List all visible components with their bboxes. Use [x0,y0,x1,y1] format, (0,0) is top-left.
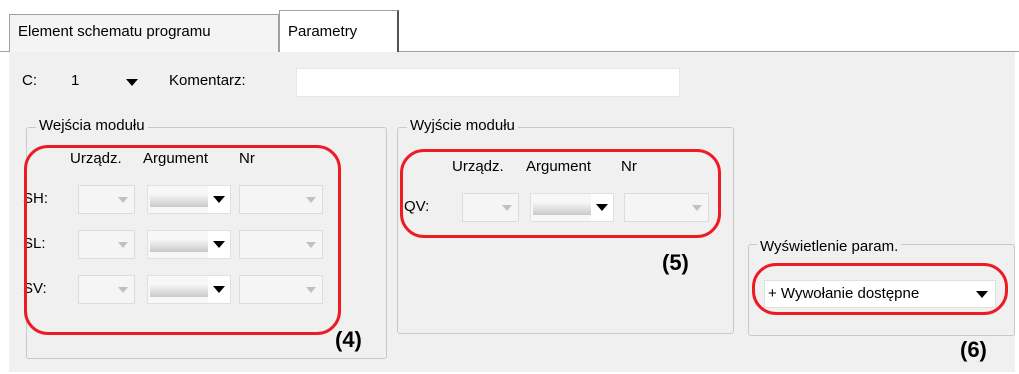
parameters-panel: C: 1 Komentarz: Wejścia modułu Urządz. A… [9,52,1015,372]
tab-parametry[interactable]: Parametry [279,10,399,53]
annotation-label-6: (6) [960,337,987,362]
chevron-down-icon [126,79,138,86]
output-group-title: Wyjście modułu [407,117,518,134]
tab-strip: Element schematu programu Parametry [0,0,1019,53]
c-select[interactable]: 1 [61,66,145,95]
annotation-box-4 [24,145,341,335]
annotation-label-4: (4) [335,327,362,352]
tab-element-schematu[interactable]: Element schematu programu [9,14,279,52]
display-group-title: Wyświetlenie param. [757,238,902,255]
annotation-label-5: (5) [662,250,689,275]
annotation-box-5 [400,149,721,238]
c-label: C: [22,72,37,89]
inputs-group-title: Wejścia modułu [36,117,148,134]
comment-input[interactable] [296,68,680,97]
comment-label: Komentarz: [169,72,246,89]
annotation-box-6 [752,263,1008,315]
c-select-value: 1 [71,72,80,89]
